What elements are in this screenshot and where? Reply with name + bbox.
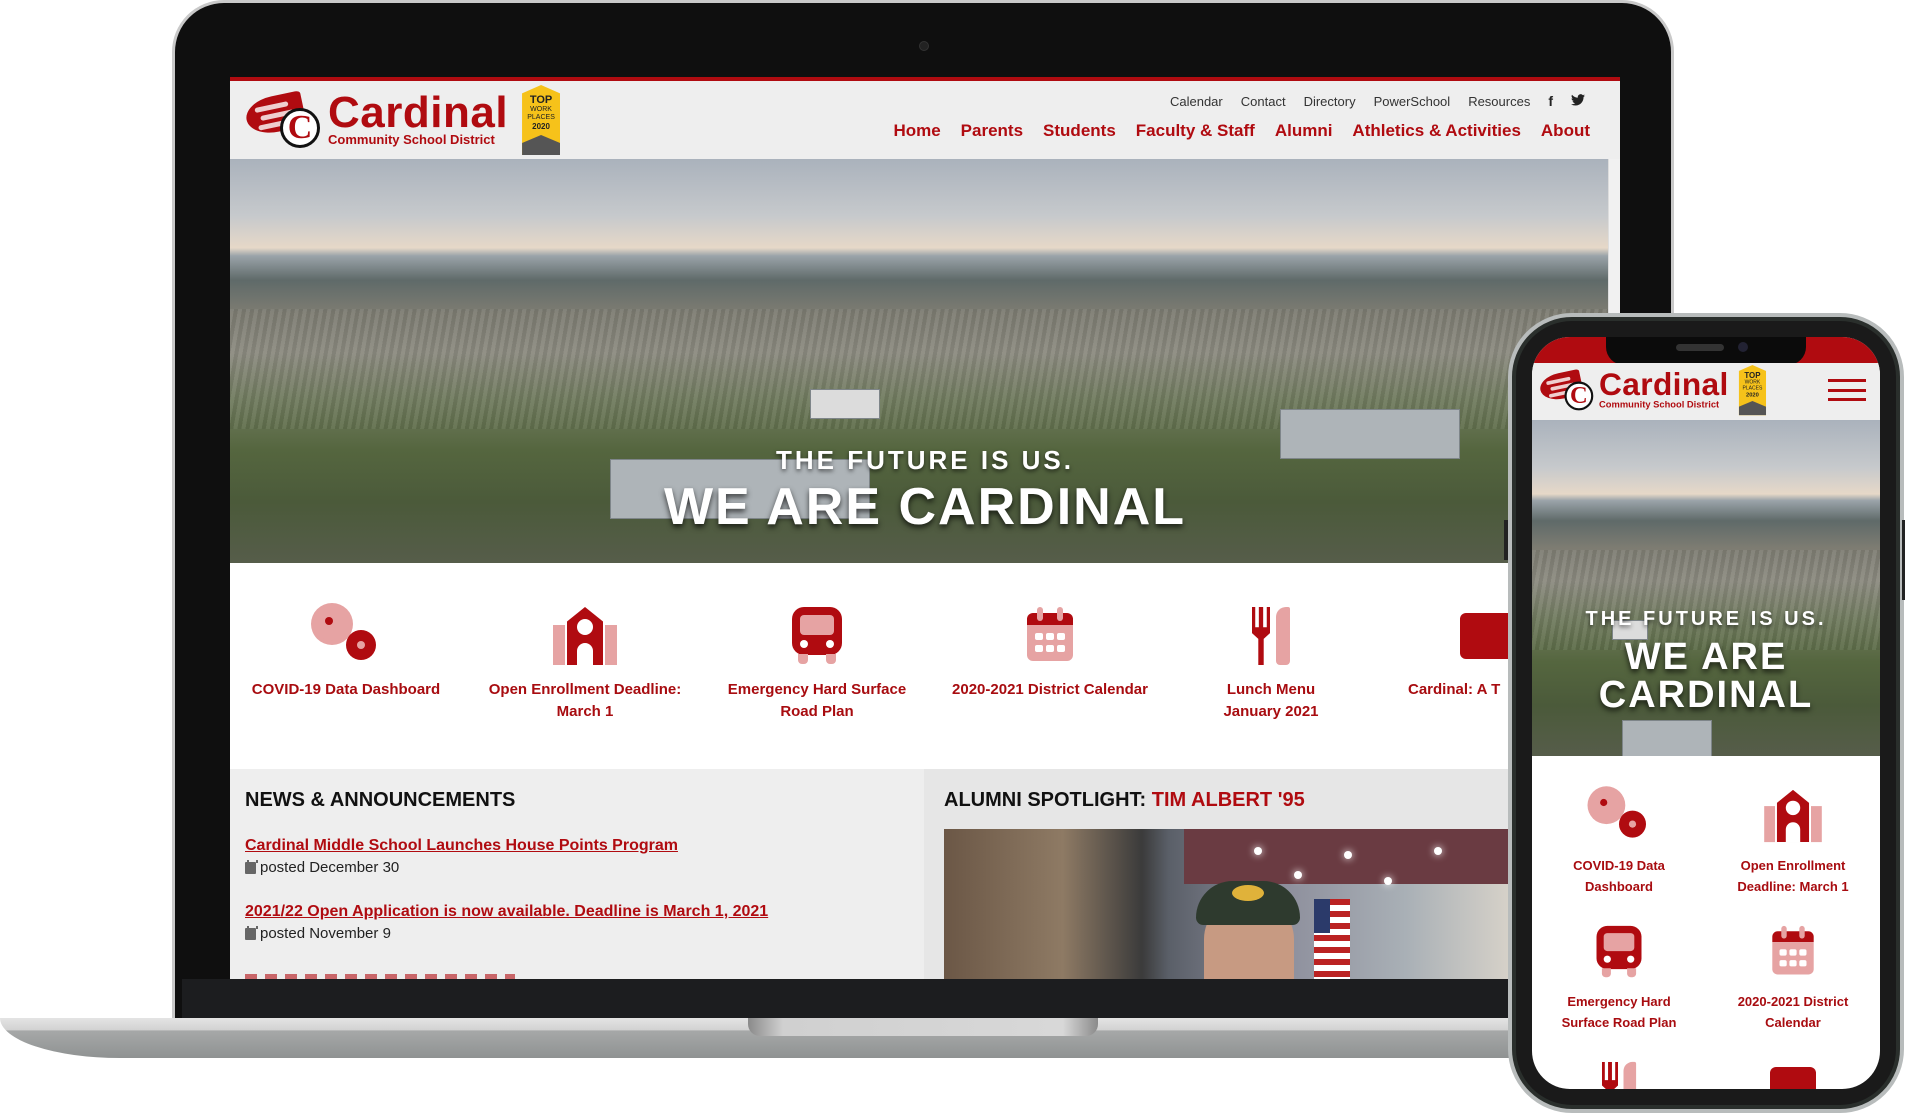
hamburger-menu-icon[interactable] (1828, 379, 1866, 401)
bus-icon (1593, 925, 1645, 978)
alumni-name: TIM ALBERT '95 (1151, 789, 1305, 811)
hero-banner: THE FUTURE IS US. WE ARE CARDINAL (230, 159, 1620, 563)
calendar-icon (1772, 925, 1814, 978)
mobile-browser-viewport: C Cardinal Community School District TOP… (1532, 337, 1880, 1089)
video-icon (1770, 1067, 1816, 1089)
nav-alumni[interactable]: Alumni (1275, 121, 1333, 141)
quick-link-open-enrollment[interactable]: Open Enrollment Deadline: March 1 (470, 607, 700, 723)
util-link-directory[interactable]: Directory (1304, 94, 1356, 109)
mobile-hero-subtitle: THE FUTURE IS US. (1585, 608, 1827, 630)
news-heading: NEWS & ANNOUNCEMENTS (245, 789, 516, 811)
laptop-bezel-bottom (182, 979, 1670, 1019)
quick-link-covid-dashboard[interactable]: COVID-19 Data Dashboard (238, 607, 454, 701)
alumni-photo[interactable] (944, 829, 1604, 979)
nav-about[interactable]: About (1541, 121, 1590, 141)
desktop-browser-viewport: C Cardinal Community School District TOP… (230, 77, 1620, 979)
utility-nav: Calendar Contact Directory PowerSchool R… (1170, 93, 1585, 109)
mobile-quick-link-enrollment[interactable]: Open Enrollment Deadline: March 1 (1706, 787, 1880, 897)
cardinal-logo-icon: C (242, 90, 326, 150)
mobile-site-logo[interactable]: C Cardinal Community School District TOP… (1537, 365, 1767, 416)
phone-notch (1606, 337, 1806, 365)
laptop-hinge-notch (748, 1018, 1098, 1036)
calendar-icon (245, 925, 258, 940)
main-nav: Home Parents Students Faculty & Staff Al… (893, 121, 1590, 141)
news-date: posted December 30 (260, 859, 400, 876)
site-logo[interactable]: C Cardinal Community School District TOP… (242, 85, 561, 155)
mobile-hero-title-line2: CARDINAL (1598, 674, 1814, 716)
util-link-calendar[interactable]: Calendar (1170, 94, 1223, 109)
news-date: posted November 9 (260, 925, 391, 942)
calendar-icon (245, 859, 258, 874)
hero-title: WE ARE CARDINAL (663, 478, 1187, 536)
cardinal-logo-icon: C (1537, 368, 1598, 412)
virus-icon (315, 607, 377, 665)
site-header: C Cardinal Community School District TOP… (230, 81, 1620, 159)
alumni-heading: ALUMNI SPOTLIGHT: TIM ALBERT '95 (944, 789, 1305, 811)
virus-icon (1591, 789, 1647, 842)
utensils-icon (1246, 607, 1296, 665)
phone-volume-button (1504, 520, 1508, 560)
top-workplaces-badge: TOP WORK PLACES 2020 (1738, 365, 1767, 416)
twitter-icon[interactable] (1571, 93, 1585, 109)
mobile-hero-title-line1: WE ARE (1624, 636, 1788, 678)
school-icon (1764, 789, 1822, 843)
util-link-resources[interactable]: Resources (1468, 94, 1530, 109)
nav-faculty-staff[interactable]: Faculty & Staff (1136, 121, 1255, 141)
nav-athletics-activities[interactable]: Athletics & Activities (1352, 121, 1520, 141)
bus-icon (788, 607, 846, 665)
mobile-quick-link-calendar[interactable]: 2020-2021 District Calendar (1706, 923, 1880, 1033)
laptop-camera (919, 41, 929, 51)
news-item: 2021/22 Open Application is now availabl… (245, 903, 768, 942)
flag-image (1314, 899, 1350, 979)
nav-home[interactable]: Home (893, 121, 940, 141)
quick-link-road-plan[interactable]: Emergency Hard Surface Road Plan (702, 607, 932, 723)
hero-subtitle: THE FUTURE IS US. (775, 445, 1074, 475)
mobile-quick-link-road-plan[interactable]: Emergency Hard Surface Road Plan (1532, 923, 1706, 1033)
news-item: Cardinal Middle School Launches House Po… (245, 837, 678, 876)
facebook-icon[interactable]: f (1548, 93, 1553, 109)
news-announcements: NEWS & ANNOUNCEMENTS Cardinal Middle Sch… (230, 769, 924, 979)
util-link-powerschool[interactable]: PowerSchool (1374, 94, 1451, 109)
school-icon (553, 607, 617, 665)
news-link[interactable]: Cardinal Middle School Launches House Po… (245, 837, 678, 854)
mobile-quick-link-video[interactable] (1706, 1067, 1880, 1089)
logo-subtitle: Community School District (328, 132, 495, 147)
top-workplaces-badge: TOP WORK PLACES 2020 (522, 85, 561, 155)
util-link-contact[interactable]: Contact (1241, 94, 1286, 109)
utensils-icon (1597, 1061, 1642, 1089)
mobile-hero-banner: THE FUTURE IS US. WE ARE CARDINAL (1532, 420, 1880, 756)
nav-students[interactable]: Students (1043, 121, 1116, 141)
nav-parents[interactable]: Parents (961, 121, 1023, 141)
calendar-icon (1027, 607, 1073, 665)
logo-title: Cardinal (328, 88, 509, 137)
quick-link-district-calendar[interactable]: 2020-2021 District Calendar (930, 607, 1170, 701)
quick-link-lunch-menu[interactable]: Lunch Menu January 2021 (1176, 607, 1366, 723)
mobile-quick-link-covid[interactable]: COVID-19 Data Dashboard (1532, 787, 1706, 897)
mobile-site-header: C Cardinal Community School District TOP… (1532, 363, 1880, 420)
mobile-quick-link-lunch[interactable] (1532, 1059, 1706, 1089)
news-link[interactable]: 2021/22 Open Application is now availabl… (245, 903, 768, 920)
